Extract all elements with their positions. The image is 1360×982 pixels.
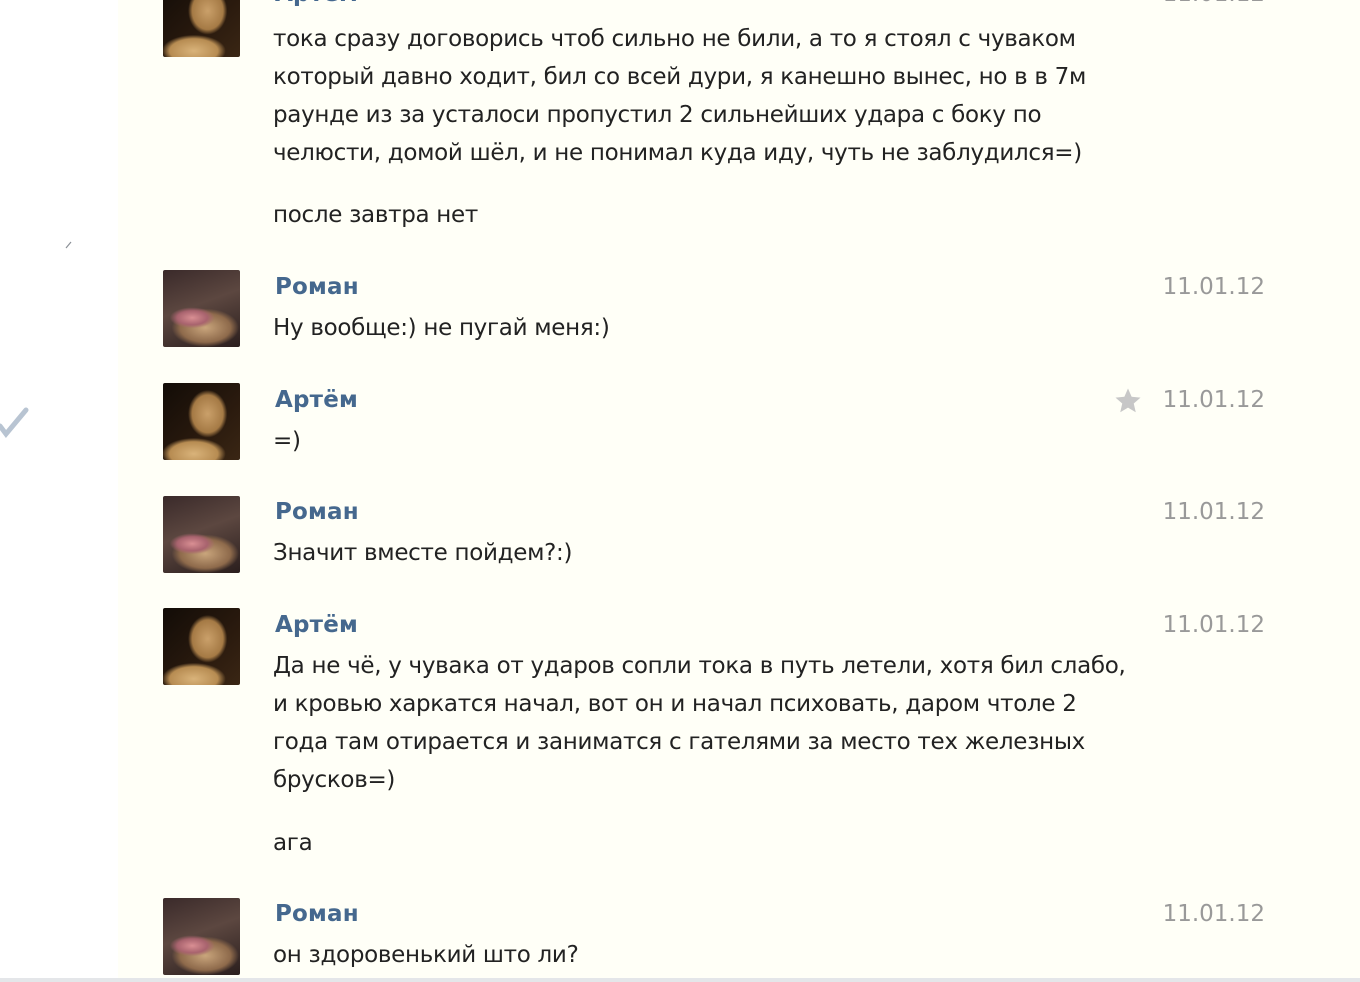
message-item[interactable]: Артём 11.01.12 Да не чё, у чувака от уда… [118, 608, 1360, 868]
roman-avatar[interactable] [163, 496, 240, 573]
message-author[interactable]: Артём [275, 611, 358, 639]
message-text: ага [273, 830, 313, 856]
message-text: Значит вместе пойдем?:) [273, 540, 573, 566]
message-item[interactable]: Артём 11.01.12 =) [118, 383, 1360, 483]
message-item[interactable]: Роман 11.01.12 он здоровенький што ли? [118, 898, 1360, 978]
checkmark-icon [0, 407, 29, 439]
message-author[interactable]: Роман [275, 900, 359, 928]
roman-avatar[interactable] [163, 898, 240, 975]
message-date: 11.01.12 [1162, 499, 1265, 525]
message-history: Артём 11.01.12 тока сразу договорись что… [118, 0, 1360, 978]
message-author[interactable]: Роман [275, 498, 359, 526]
artem-avatar[interactable] [163, 0, 240, 57]
message-date: 11.01.12 [1163, 0, 1265, 8]
left-gutter [0, 0, 118, 982]
message-item[interactable]: Роман 11.01.12 Значит вместе пойдем?:) [118, 496, 1360, 596]
message-author[interactable]: Артём [275, 0, 358, 8]
message-text: тока сразу договорись чтоб сильно не бил… [273, 26, 1094, 166]
bottom-divider [0, 978, 1360, 982]
roman-avatar[interactable] [163, 270, 240, 347]
message-date: 11.01.12 [1162, 387, 1265, 413]
message-author[interactable]: Артём [275, 386, 358, 414]
message-date: 11.01.12 [1162, 612, 1265, 638]
star-icon[interactable] [1113, 386, 1143, 416]
message-text: =) [273, 428, 301, 454]
artem-avatar[interactable] [163, 608, 240, 685]
message-text: после завтра нет [273, 202, 478, 228]
message-date: 11.01.12 [1162, 274, 1265, 300]
stray-mark-icon [65, 241, 72, 249]
message-item[interactable]: Роман 11.01.12 Ну вообще:) не пугай меня… [118, 270, 1360, 370]
message-author[interactable]: Роман [275, 273, 359, 301]
message-text: он здоровенький што ли? [273, 942, 579, 968]
message-item[interactable]: Артём 11.01.12 тока сразу договорись что… [118, 0, 1360, 246]
artem-avatar[interactable] [163, 383, 240, 460]
message-text: Да не чё, у чувака от ударов сопли тока … [273, 653, 1133, 793]
message-date: 11.01.12 [1162, 901, 1265, 927]
message-text: Ну вообще:) не пугай меня:) [273, 315, 610, 341]
